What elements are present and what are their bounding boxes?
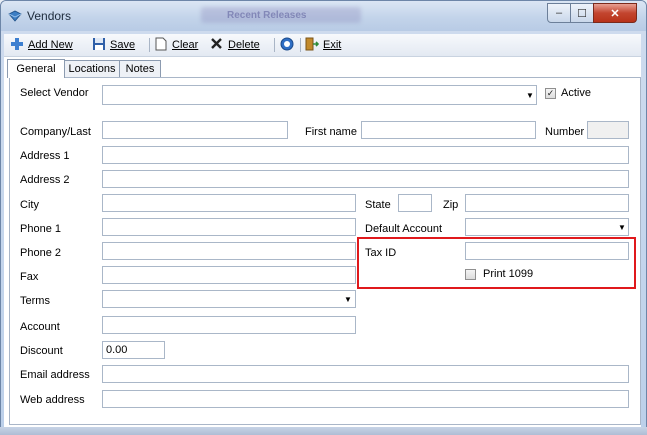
active-checkbox[interactable]: ✓	[545, 88, 556, 99]
exit-label: Exit	[323, 39, 342, 51]
state-field[interactable]	[398, 194, 432, 212]
tab-locations[interactable]: Locations	[63, 60, 121, 77]
add-new-button[interactable]: Add New	[10, 37, 73, 53]
select-vendor-dropdown[interactable]	[102, 85, 537, 105]
discount-field[interactable]: 0.00	[102, 341, 165, 359]
minimize-button[interactable]: –	[547, 3, 571, 23]
number-label: Number	[545, 126, 585, 138]
save-button[interactable]: Save	[92, 37, 135, 53]
first-name-field[interactable]	[361, 121, 536, 139]
address-2-label: Address 2	[20, 174, 70, 186]
delete-label: Delete	[228, 39, 260, 51]
clear-label: Clear	[172, 39, 199, 51]
web-address-field[interactable]	[102, 390, 629, 408]
company-last-label: Company/Last	[20, 126, 91, 138]
exit-button[interactable]: Exit	[305, 37, 341, 53]
clear-button[interactable]: Clear	[155, 37, 198, 53]
delete-x-icon	[210, 37, 223, 53]
tab-general[interactable]: General	[7, 59, 65, 78]
add-new-label: Add New	[28, 39, 73, 51]
help-icon	[280, 37, 294, 54]
chevron-down-icon: ▼	[344, 295, 352, 304]
app-icon	[8, 9, 22, 23]
first-name-label: First name	[305, 126, 357, 138]
highlight-box	[357, 237, 636, 289]
exit-door-icon	[305, 37, 320, 54]
account-label: Account	[20, 321, 60, 333]
floppy-disk-icon	[92, 37, 106, 54]
delete-button[interactable]: Delete	[210, 37, 260, 53]
phone-1-field[interactable]	[102, 218, 356, 236]
title-bar[interactable]: Recent Releases Vendors – ☐ ✕	[1, 1, 646, 31]
default-account-label: Default Account	[365, 223, 443, 235]
default-account-dropdown[interactable]	[465, 218, 629, 236]
address-2-field[interactable]	[102, 170, 629, 188]
phone-1-label: Phone 1	[20, 223, 61, 235]
company-last-field[interactable]	[102, 121, 288, 139]
address-1-field[interactable]	[102, 146, 629, 164]
vendors-window: Recent Releases Vendors – ☐ ✕ Add New Sa…	[0, 0, 647, 435]
maximize-button[interactable]: ☐	[570, 3, 594, 23]
close-button[interactable]: ✕	[593, 3, 637, 23]
window-title: Vendors	[27, 9, 72, 23]
save-label: Save	[110, 39, 136, 51]
plus-icon	[10, 37, 24, 54]
blank-page-icon	[155, 37, 167, 54]
select-vendor-label: Select Vendor	[20, 87, 89, 99]
zip-label: Zip	[443, 199, 459, 211]
fax-field[interactable]	[102, 266, 356, 284]
active-label: Active	[561, 87, 591, 99]
phone-2-field[interactable]	[102, 242, 356, 260]
chevron-down-icon: ▼	[618, 223, 626, 232]
terms-label: Terms	[20, 295, 50, 307]
toolbar-separator	[300, 38, 301, 52]
taskbar-strip	[0, 427, 647, 435]
city-field[interactable]	[102, 194, 356, 212]
toolbar-separator	[274, 38, 275, 52]
terms-dropdown[interactable]	[102, 290, 356, 308]
toolbar-separator	[149, 38, 150, 52]
discount-label: Discount	[20, 345, 63, 357]
zip-field[interactable]	[465, 194, 629, 212]
address-1-label: Address 1	[20, 150, 70, 162]
help-button[interactable]	[280, 37, 294, 53]
city-label: City	[20, 199, 39, 211]
number-field	[587, 121, 629, 139]
background-window-title: Recent Releases	[227, 10, 307, 21]
fax-label: Fax	[20, 271, 39, 283]
email-address-label: Email address	[20, 369, 90, 381]
chevron-down-icon: ▼	[526, 91, 534, 100]
email-address-field[interactable]	[102, 365, 629, 383]
toolbar: Add New Save Clear Delete Exit	[4, 34, 641, 57]
state-label: State	[365, 199, 391, 211]
account-field[interactable]	[102, 316, 356, 334]
phone-2-label: Phone 2	[20, 247, 61, 259]
tab-notes[interactable]: Notes	[119, 60, 161, 77]
web-address-label: Web address	[20, 394, 85, 406]
